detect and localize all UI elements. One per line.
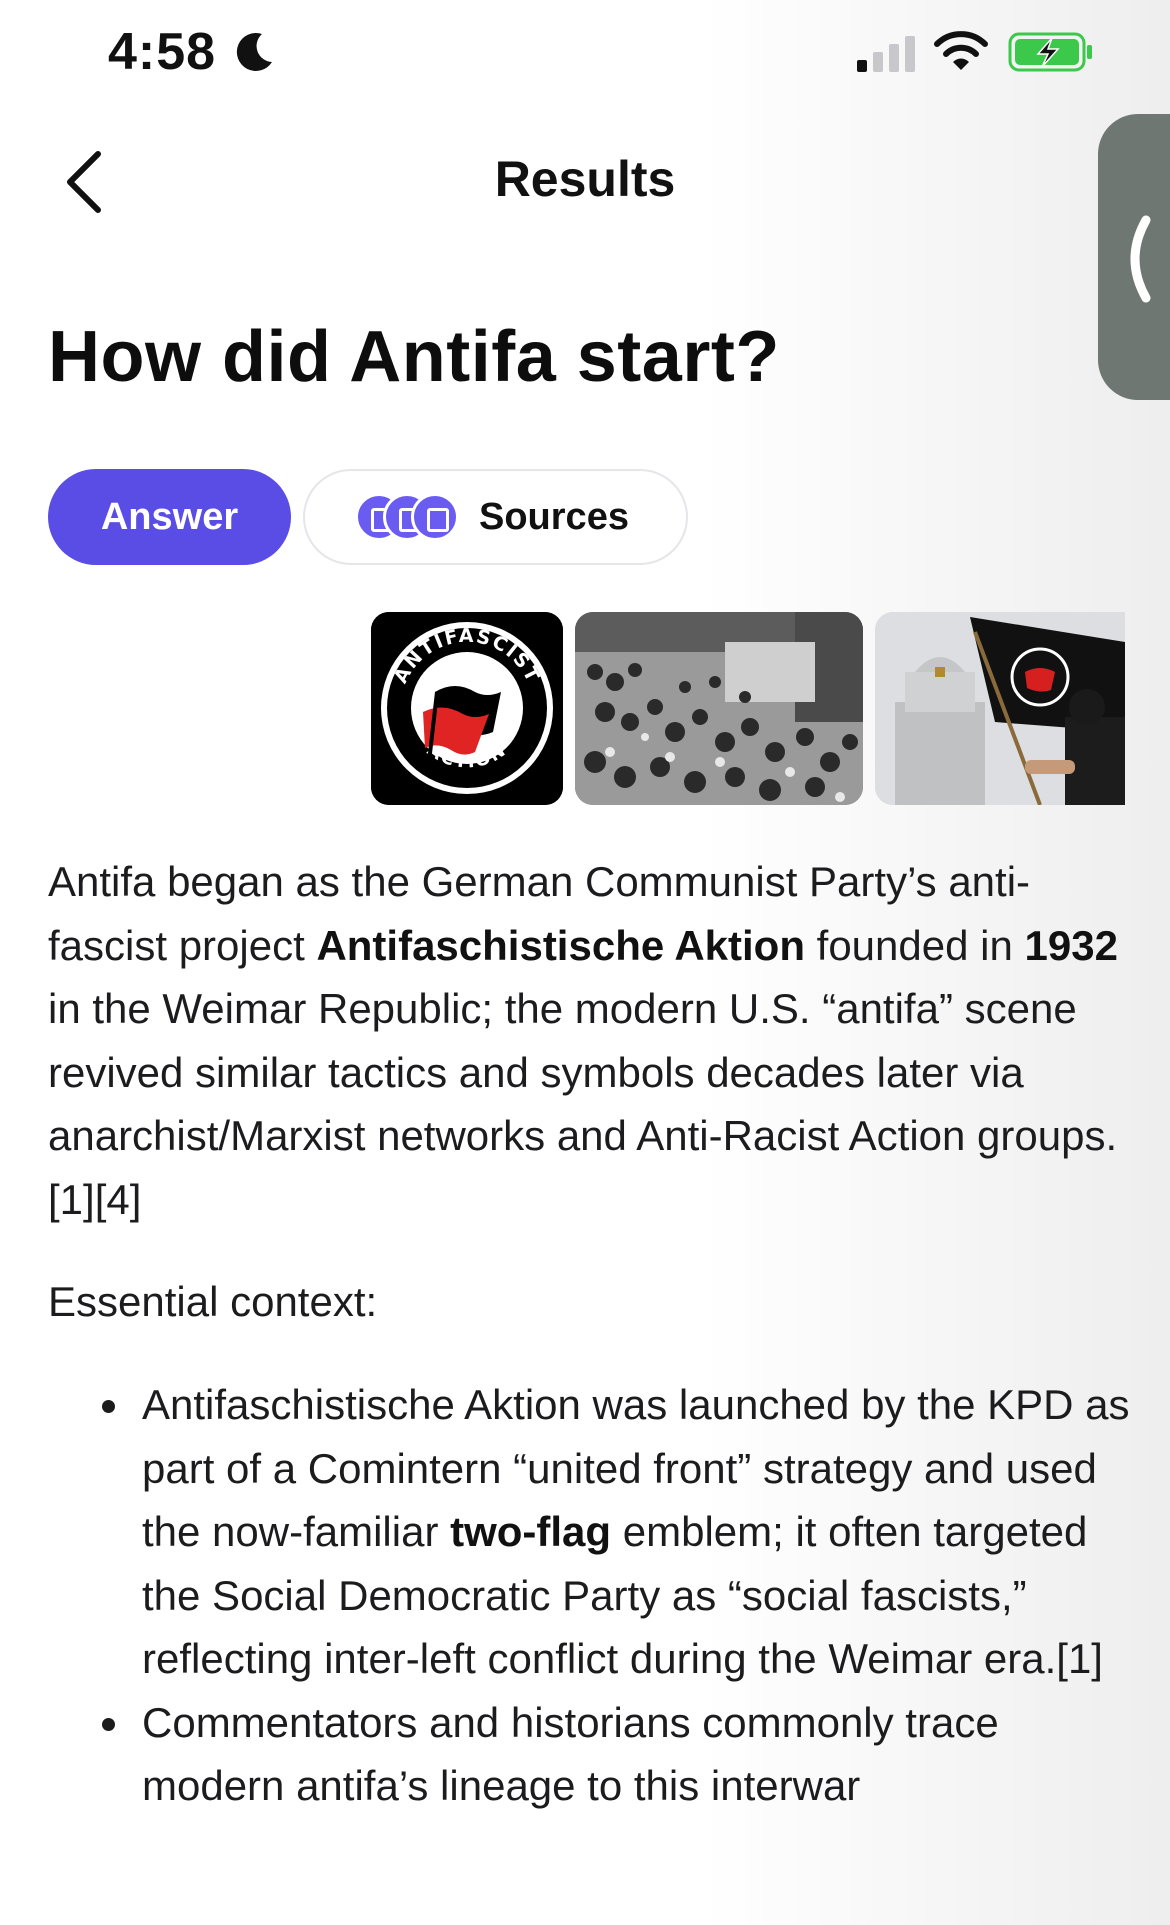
status-time: 4:58 — [108, 23, 217, 81]
tab-sources[interactable]: Sources — [303, 469, 688, 565]
image-antifascist-action-logo[interactable]: ANTIFASCIST ACTION — [371, 612, 563, 805]
answer-text: founded in — [804, 921, 1025, 969]
answer-emphasis: 1932 — [1024, 921, 1118, 969]
list-item: Commentators and historians commonly tra… — [102, 1691, 1132, 1818]
chevron-left-icon — [1130, 215, 1151, 303]
wifi-icon — [934, 31, 988, 70]
moon-icon — [236, 32, 272, 71]
tab-sources-label: Sources — [479, 495, 629, 538]
status-bar: 4:58 — [0, 0, 1170, 110]
list-item-emphasis: two-flag — [450, 1508, 612, 1555]
battery-charging-icon — [1008, 32, 1092, 72]
cellular-signal-icon — [857, 36, 915, 72]
list-item-text: Commentators and historians commonly tra… — [142, 1698, 999, 1810]
context-heading: Essential context: — [48, 1278, 378, 1325]
list-item: Antifaschistische Aktion was launched by… — [102, 1373, 1132, 1691]
sources-stack-icon — [355, 489, 465, 545]
context-list: Antifaschistische Aktion was launched by… — [102, 1373, 1132, 1818]
question-heading: How did Antifa start? — [48, 317, 780, 397]
answer-paragraph: Antifa began as the German Communist Par… — [48, 850, 1118, 1231]
page-title: Results — [494, 151, 676, 207]
side-panel-handle[interactable] — [1098, 114, 1170, 400]
image-historical-crowd[interactable] — [575, 612, 863, 805]
answer-text: in the Weimar Republic; the modern U.S. … — [48, 985, 1118, 1223]
image-protester-flag[interactable] — [875, 612, 1125, 805]
document-icon — [411, 493, 459, 541]
tab-answer[interactable]: Answer — [48, 469, 291, 565]
answer-emphasis: Antifaschistische Aktion — [316, 921, 805, 969]
